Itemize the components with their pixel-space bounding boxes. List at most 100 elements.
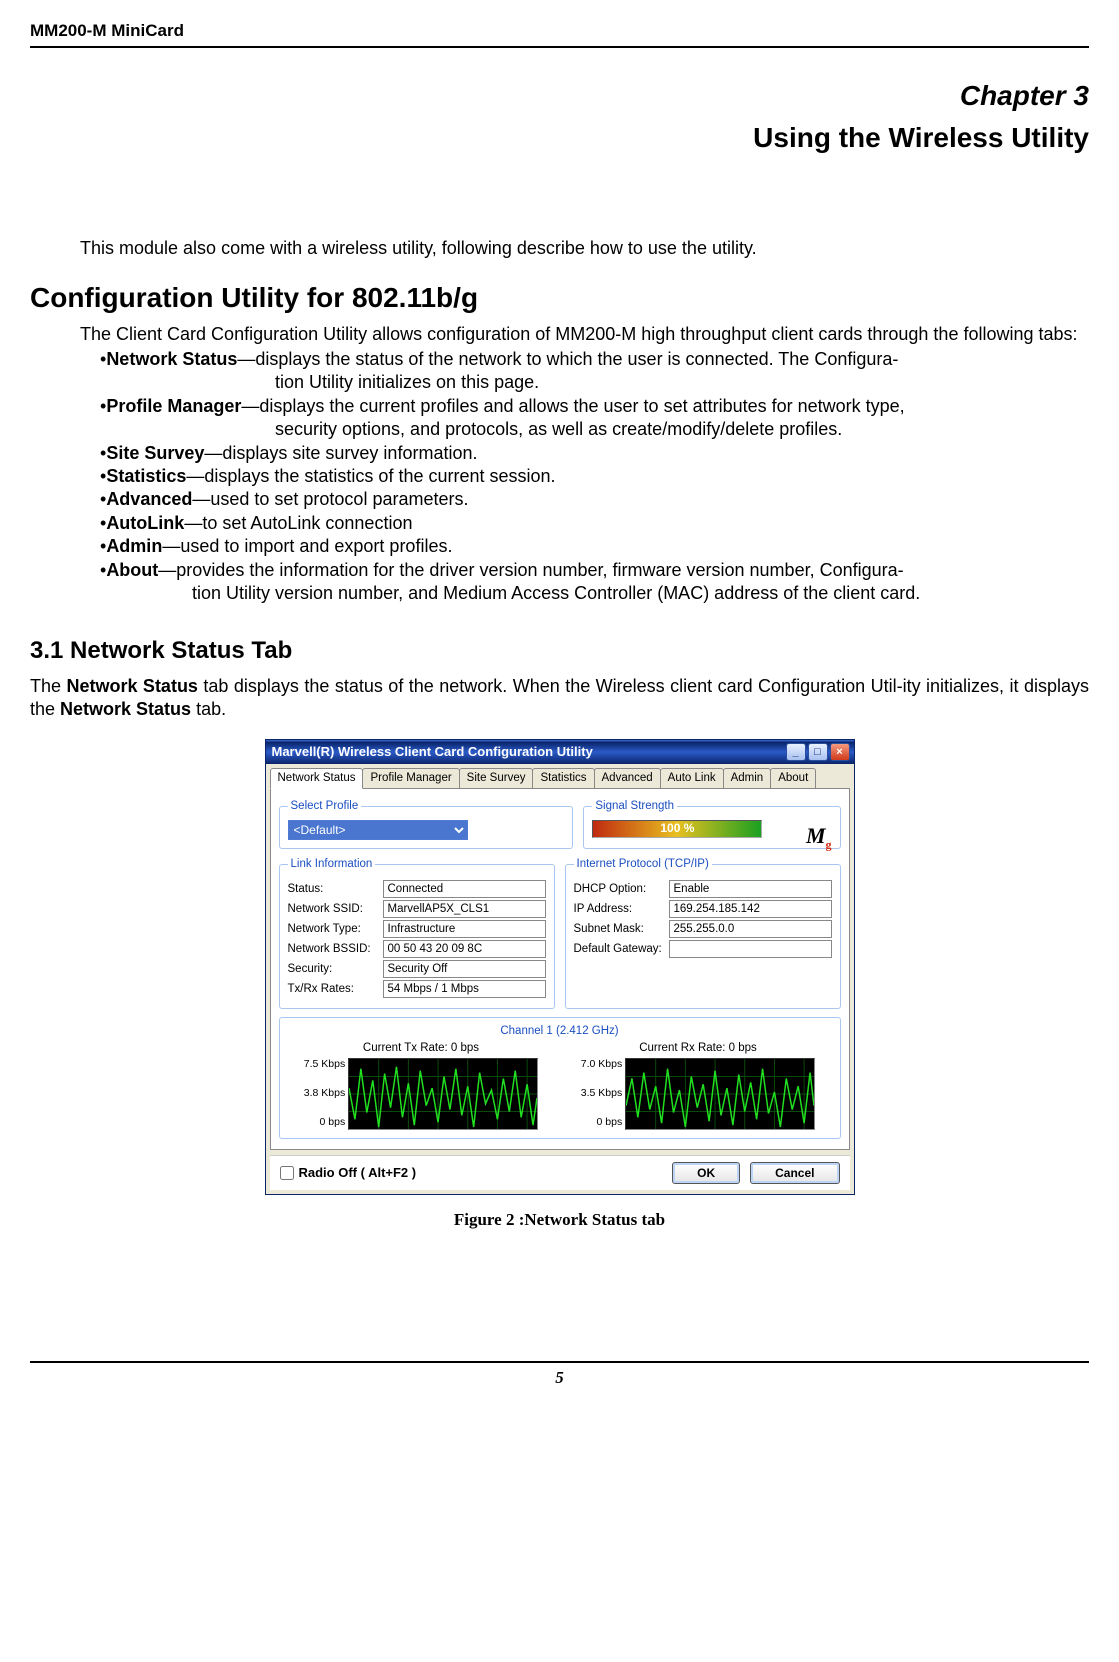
- link-info-value: 00 50 43 20 09 8C: [383, 940, 546, 958]
- config-utility-window: Marvell(R) Wireless Client Card Configur…: [265, 739, 855, 1195]
- text: tab.: [191, 699, 226, 719]
- tcpip-row: Default Gateway:: [574, 940, 832, 958]
- cancel-button[interactable]: Cancel: [750, 1162, 839, 1184]
- dialog-button-row: Radio Off ( Alt+F2 ) OK Cancel: [270, 1155, 850, 1190]
- minimize-button[interactable]: _: [786, 743, 806, 761]
- tx-graph: [348, 1058, 538, 1130]
- link-info-row: Network SSID:MarvellAP5X_CLS1: [288, 900, 546, 918]
- tx-ylabel: 0 bps: [304, 1116, 345, 1130]
- bold-term: Network Status: [60, 699, 191, 719]
- tab-auto-link[interactable]: Auto Link: [660, 768, 724, 789]
- tab-statistics[interactable]: Statistics: [532, 768, 594, 789]
- tcpip-value: [669, 940, 832, 958]
- link-info-row: Network BSSID:00 50 43 20 09 8C: [288, 940, 546, 958]
- tab-advanced[interactable]: Advanced: [594, 768, 661, 789]
- select-profile-group: Select Profile <Default>: [279, 799, 574, 849]
- tcpip-value: Enable: [669, 880, 832, 898]
- tcpip-row: DHCP Option:Enable: [574, 880, 832, 898]
- profile-select[interactable]: <Default>: [288, 820, 468, 840]
- signal-strength-group: Signal Strength 100 % Mg: [583, 799, 840, 849]
- tx-ylabel: 3.8 Kbps: [304, 1087, 345, 1101]
- link-info-row: Tx/Rx Rates:54 Mbps / 1 Mbps: [288, 980, 546, 998]
- tcpip-row: IP Address:169.254.185.142: [574, 900, 832, 918]
- close-button[interactable]: ×: [830, 743, 850, 761]
- link-info-label: Network Type:: [288, 922, 383, 937]
- bold-term: Network Status: [66, 676, 197, 696]
- tx-rate-block: Current Tx Rate: 0 bps 7.5 Kbps 3.8 Kbps…: [304, 1041, 538, 1130]
- tcpip-value: 169.254.185.142: [669, 900, 832, 918]
- link-info-value: Connected: [383, 880, 546, 898]
- rx-ylabel: 0 bps: [581, 1116, 622, 1130]
- window-titlebar[interactable]: Marvell(R) Wireless Client Card Configur…: [266, 740, 854, 764]
- channel-label: Channel 1 (2.412 GHz): [288, 1024, 832, 1039]
- bullet-wrap: security options, and protocols, as well…: [100, 418, 1089, 441]
- tab-about[interactable]: About: [770, 768, 816, 789]
- bullet-item: •Network Status—displays the status of t…: [100, 348, 1089, 371]
- logo-sub: g: [826, 838, 832, 852]
- bullet-item: •Admin—used to import and export profile…: [100, 535, 1089, 558]
- tcpip-group: Internet Protocol (TCP/IP) DHCP Option:E…: [565, 857, 841, 1009]
- tcpip-label: DHCP Option:: [574, 882, 669, 897]
- link-info-row: Network Type:Infrastructure: [288, 920, 546, 938]
- link-info-label: Network BSSID:: [288, 942, 383, 957]
- window-title: Marvell(R) Wireless Client Card Configur…: [272, 744, 593, 761]
- rx-ylabel: 3.5 Kbps: [581, 1087, 622, 1101]
- section-heading-config: Configuration Utility for 802.11b/g: [30, 280, 1089, 316]
- bullet-wrap: tion Utility initializes on this page.: [100, 371, 1089, 394]
- figure-caption: Figure 2 :Network Status tab: [30, 1209, 1089, 1231]
- rx-graph: [625, 1058, 815, 1130]
- chapter-label: Chapter 3: [30, 78, 1089, 114]
- tx-ylabel: 7.5 Kbps: [304, 1058, 345, 1072]
- tab-network-status[interactable]: Network Status: [270, 768, 364, 789]
- ok-button[interactable]: OK: [672, 1162, 740, 1184]
- running-header: MM200-M MiniCard: [30, 20, 1089, 42]
- link-information-group: Link Information Status:ConnectedNetwork…: [279, 857, 555, 1009]
- link-info-row: Security:Security Off: [288, 960, 546, 978]
- tab-site-survey[interactable]: Site Survey: [459, 768, 534, 789]
- signal-strength-bar: 100 %: [592, 820, 762, 838]
- link-info-label: Security:: [288, 962, 383, 977]
- config-lead: The Client Card Configuration Utility al…: [80, 323, 1089, 346]
- link-info-label: Status:: [288, 882, 383, 897]
- bullet-item: •AutoLink—to set AutoLink connection: [100, 512, 1089, 535]
- tcpip-label: Subnet Mask:: [574, 922, 669, 937]
- rx-rate-title: Current Rx Rate: 0 bps: [581, 1041, 815, 1056]
- tcpip-row: Subnet Mask:255.255.0.0: [574, 920, 832, 938]
- link-info-row: Status:Connected: [288, 880, 546, 898]
- link-info-value: Security Off: [383, 960, 546, 978]
- bullet-item: •Profile Manager—displays the current pr…: [100, 395, 1089, 418]
- tab-page-network-status: Select Profile <Default> Signal Strength…: [270, 788, 850, 1150]
- bullet-wrap: tion Utility version number, and Medium …: [100, 582, 1089, 605]
- rx-rate-block: Current Rx Rate: 0 bps 7.0 Kbps 3.5 Kbps…: [581, 1041, 815, 1130]
- bullet-item: •Statistics—displays the statistics of t…: [100, 465, 1089, 488]
- link-info-value: Infrastructure: [383, 920, 546, 938]
- radio-off-checkbox[interactable]: [280, 1166, 294, 1180]
- tab-admin[interactable]: Admin: [723, 768, 772, 789]
- link-info-label: Tx/Rx Rates:: [288, 982, 383, 997]
- tcpip-label: Default Gateway:: [574, 942, 669, 957]
- tab-profile-manager[interactable]: Profile Manager: [362, 768, 459, 789]
- bullet-item: •Site Survey—displays site survey inform…: [100, 442, 1089, 465]
- logo-text: M: [806, 823, 826, 848]
- maximize-button[interactable]: □: [808, 743, 828, 761]
- link-info-label: Network SSID:: [288, 902, 383, 917]
- rx-ylabel: 7.0 Kbps: [581, 1058, 622, 1072]
- section-3-1-heading: 3.1 Network Status Tab: [30, 635, 1089, 666]
- section-3-1-paragraph: The Network Status tab displays the stat…: [30, 675, 1089, 722]
- header-rule: [30, 46, 1089, 48]
- legend-select-profile: Select Profile: [288, 799, 362, 814]
- legend-link-info: Link Information: [288, 857, 376, 872]
- channel-graph-group: Channel 1 (2.412 GHz) Current Tx Rate: 0…: [279, 1017, 841, 1139]
- intro-paragraph: This module also come with a wireless ut…: [80, 237, 1089, 260]
- page-footer: 5: [30, 1361, 1089, 1389]
- text: The: [30, 676, 66, 696]
- link-info-value: 54 Mbps / 1 Mbps: [383, 980, 546, 998]
- legend-signal-strength: Signal Strength: [592, 799, 677, 814]
- tx-rate-title: Current Tx Rate: 0 bps: [304, 1041, 538, 1056]
- marvell-logo: Mg: [806, 822, 832, 853]
- tcpip-value: 255.255.0.0: [669, 920, 832, 938]
- radio-off-text: Radio Off ( Alt+F2 ): [299, 1165, 417, 1182]
- bullet-item: •Advanced—used to set protocol parameter…: [100, 488, 1089, 511]
- chapter-subtitle: Using the Wireless Utility: [30, 120, 1089, 156]
- radio-off-checkbox-label[interactable]: Radio Off ( Alt+F2 ): [280, 1165, 417, 1182]
